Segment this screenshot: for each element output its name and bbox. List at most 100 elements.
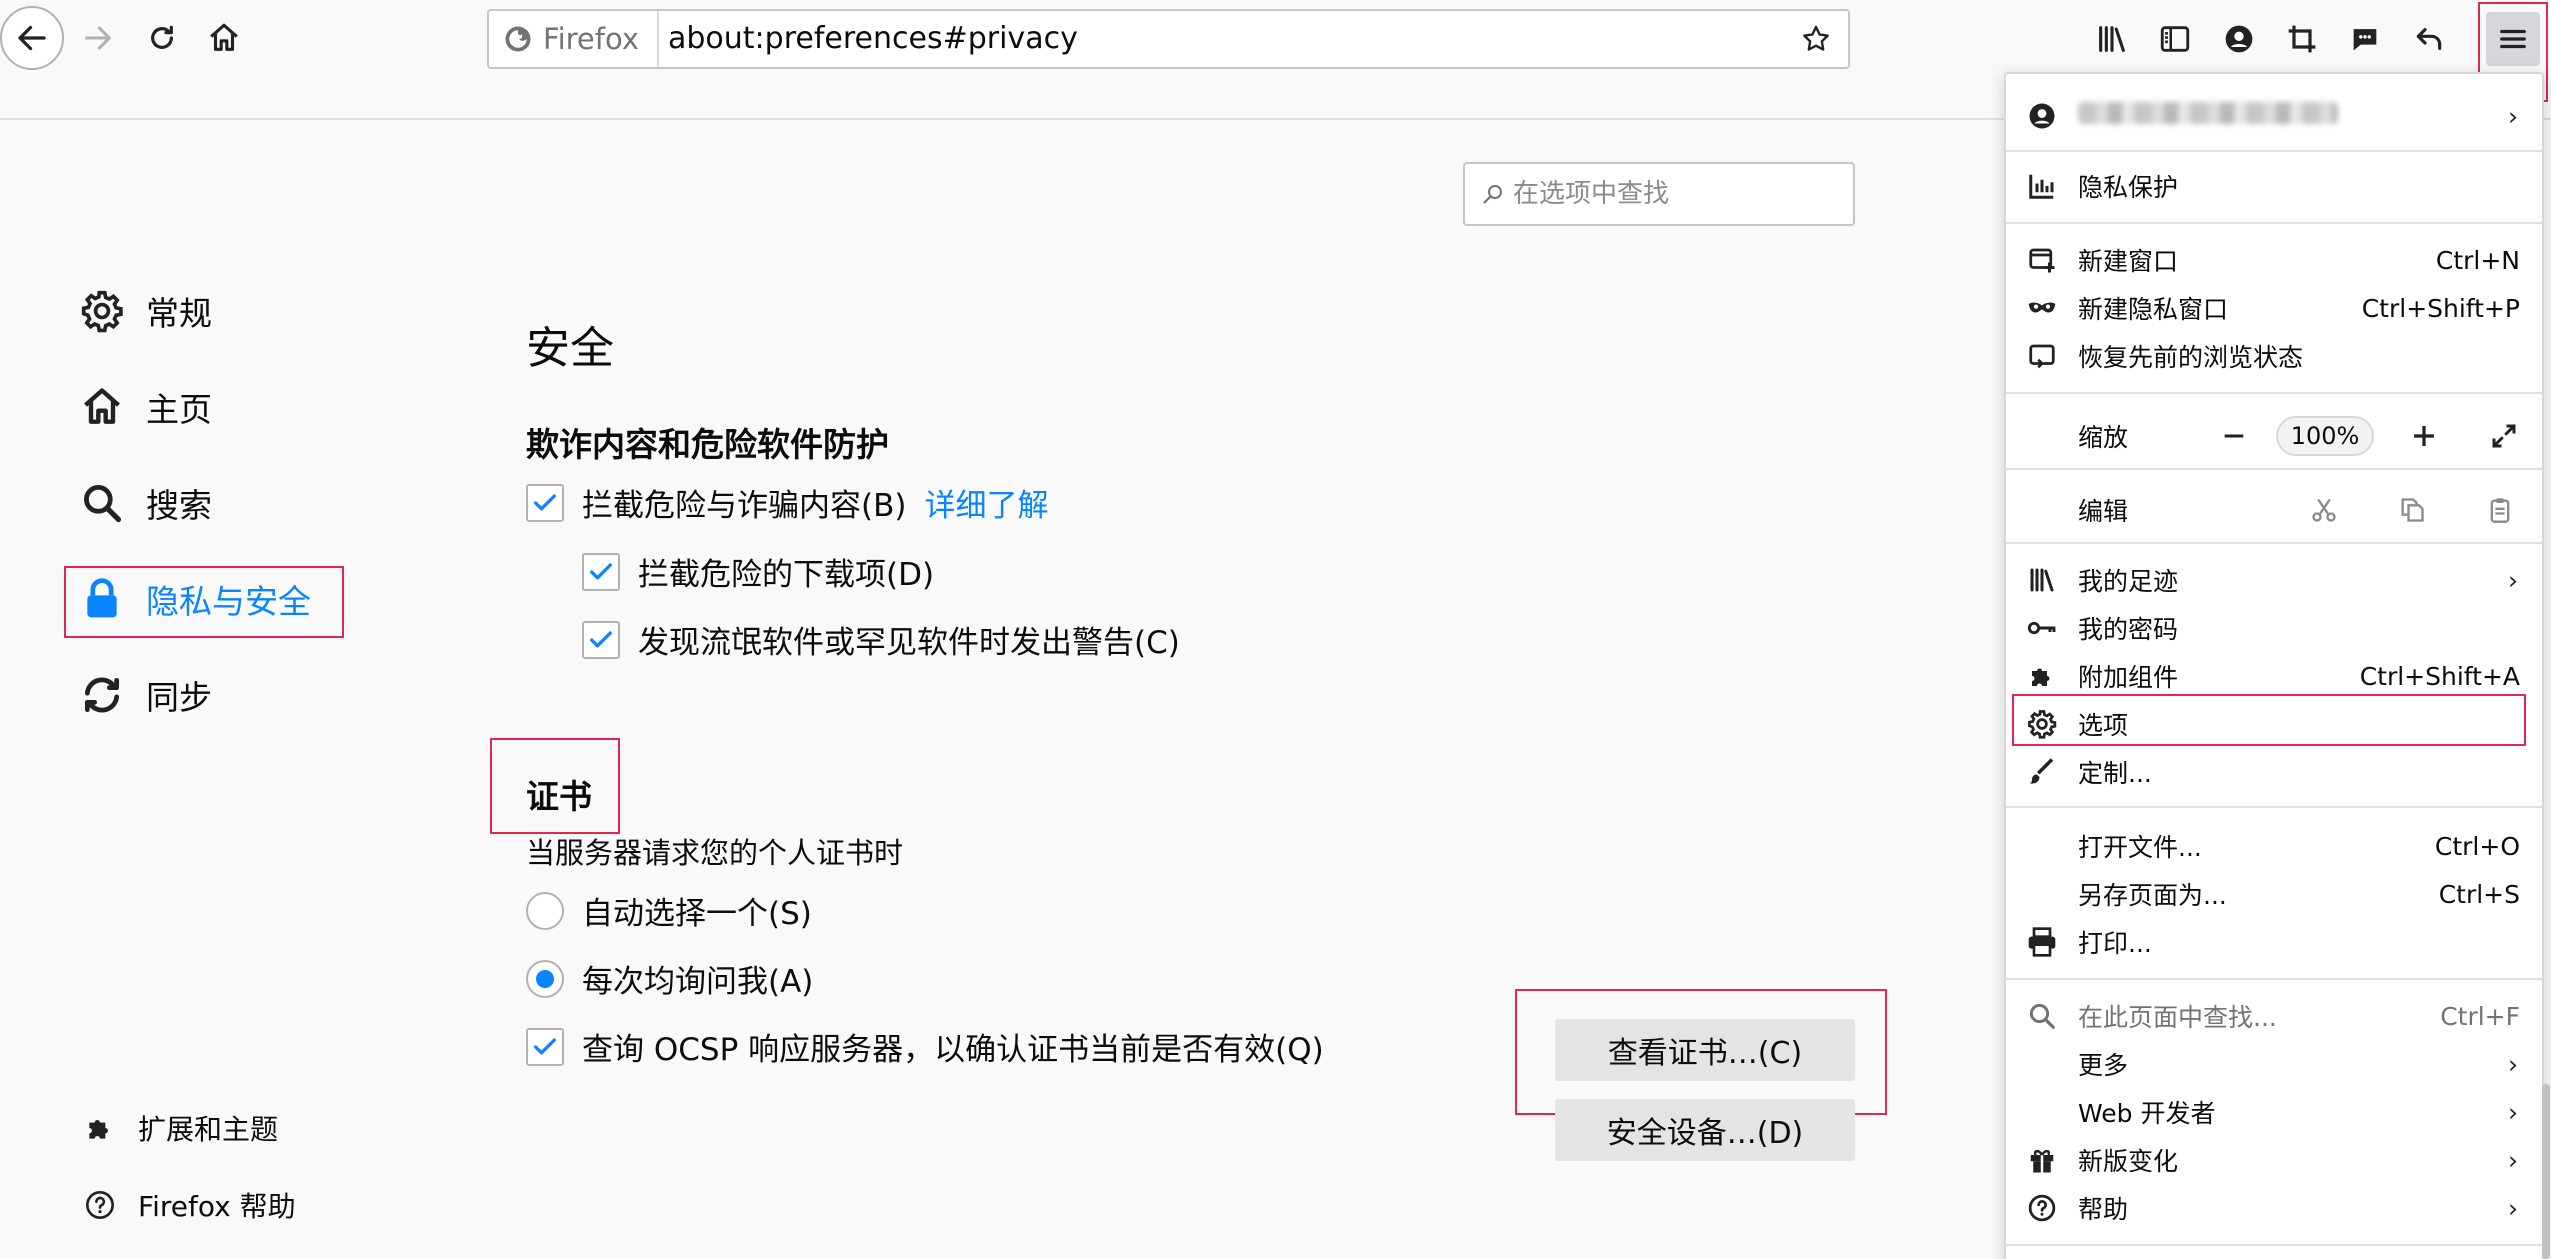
menu-item-more[interactable]: 更多 ›: [2006, 1040, 2542, 1088]
home-button[interactable]: [192, 6, 256, 70]
ask-every-time-radio[interactable]: [526, 959, 564, 998]
menu-item-tracking-protection[interactable]: 隐私保护: [2006, 162, 2542, 210]
menu-item-logins[interactable]: 我的密码: [2006, 604, 2542, 652]
account-button[interactable]: [2212, 12, 2266, 66]
menu-item-print[interactable]: 打印...: [2006, 918, 2542, 966]
paste-button[interactable]: [2478, 488, 2522, 532]
arrow-left-icon: [18, 25, 46, 51]
menu-item-addons[interactable]: 附加组件 Ctrl+Shift+A: [2006, 652, 2542, 700]
certificates-description: 当服务器请求您的个人证书时: [526, 830, 903, 872]
sidebar-button[interactable]: [2148, 12, 2202, 66]
open-menu-button[interactable]: [2486, 12, 2540, 66]
app-menu-panel: › 隐私保护 新建窗口 Ctrl+N 新建隐私窗口 Ctrl+Shift+P 恢…: [2004, 72, 2544, 1259]
menu-item-save-page[interactable]: 另存页面为... Ctrl+S: [2006, 870, 2542, 918]
menu-item-zoom: 缩放 100%: [2006, 408, 2542, 464]
category-privacy[interactable]: 隐私与安全: [80, 568, 311, 630]
security-devices-button[interactable]: 安全设备…(D): [1555, 1099, 1855, 1161]
restore-session-icon: [2026, 340, 2058, 372]
menu-item-find[interactable]: 在此页面中查找... Ctrl+F: [2006, 992, 2542, 1040]
block-dangerous-label[interactable]: 拦截危险与诈骗内容(B): [582, 480, 906, 525]
back-button[interactable]: [0, 6, 64, 70]
account-icon: [2225, 25, 2253, 53]
fullscreen-button[interactable]: [2482, 414, 2526, 458]
addons-themes-link[interactable]: 扩展和主题: [84, 1106, 278, 1150]
auto-select-label[interactable]: 自动选择一个(S): [582, 888, 812, 933]
new-window-icon: [2026, 244, 2058, 276]
ocsp-label[interactable]: 查询 OCSP 响应服务器，以确认证书当前是否有效(Q): [582, 1024, 1324, 1069]
url-text[interactable]: about:preferences#privacy: [668, 11, 1078, 67]
zoom-reset-button[interactable]: 100%: [2276, 416, 2374, 456]
printer-icon: [2026, 926, 2058, 958]
category-sync[interactable]: 同步: [80, 664, 212, 726]
menu-separator: [2006, 468, 2542, 470]
zoom-out-button[interactable]: [2212, 414, 2256, 458]
firefox-help-link[interactable]: Firefox 帮助: [84, 1183, 296, 1227]
menu-item-account[interactable]: ›: [2006, 88, 2542, 144]
puzzle-icon: [89, 1120, 108, 1139]
gear-icon: [2026, 708, 2058, 740]
auto-select-row: 自动选择一个(S): [526, 888, 812, 933]
block-dangerous-checkbox[interactable]: [526, 483, 564, 522]
menu-label: 打开文件...: [2078, 833, 2202, 862]
menu-separator: [2006, 542, 2542, 544]
library-button[interactable]: [2085, 12, 2139, 66]
learn-more-link[interactable]: 详细了解: [924, 480, 1048, 525]
category-label: 搜索: [146, 486, 212, 525]
menu-item-preferences[interactable]: 选项: [2006, 700, 2542, 748]
menu-item-restore-session[interactable]: 恢复先前的浏览状态: [2006, 332, 2542, 380]
chat-bubble-icon: [2353, 29, 2377, 51]
menu-label: 隐私保护: [2078, 173, 2179, 202]
cut-button[interactable]: [2302, 488, 2346, 532]
copy-icon: [2401, 498, 2424, 522]
bookmark-star-button[interactable]: [1794, 17, 1838, 61]
preferences-search-box[interactable]: [1463, 162, 1855, 226]
menu-label: 附加组件: [2078, 663, 2179, 692]
category-home[interactable]: 主页: [80, 376, 212, 438]
menu-item-library[interactable]: 我的足迹 ›: [2006, 556, 2542, 604]
menu-item-web-developer[interactable]: Web 开发者 ›: [2006, 1088, 2542, 1136]
search-input[interactable]: [1513, 179, 1833, 209]
forward-button[interactable]: [66, 6, 130, 70]
menu-shortcut: Ctrl+F: [2440, 1001, 2520, 1031]
block-downloads-checkbox[interactable]: [582, 552, 620, 591]
star-icon: [1803, 25, 1829, 51]
menu-separator: [2006, 150, 2542, 152]
warn-unwanted-checkbox[interactable]: [582, 620, 620, 659]
menu-shortcut: Ctrl+N: [2435, 245, 2520, 275]
menu-item-whats-new[interactable]: 新版变化 ›: [2006, 1136, 2542, 1184]
menu-item-open-file[interactable]: 打开文件... Ctrl+O: [2006, 822, 2542, 870]
copy-button[interactable]: [2390, 488, 2434, 532]
view-certificates-button[interactable]: 查看证书…(C): [1555, 1019, 1855, 1081]
auto-select-radio[interactable]: [526, 891, 564, 930]
block-downloads-label[interactable]: 拦截危险的下载项(D): [638, 549, 934, 594]
zoom-in-button[interactable]: [2402, 414, 2446, 458]
footer-link-label: 扩展和主题: [138, 1113, 279, 1146]
menu-item-new-private-window[interactable]: 新建隐私窗口 Ctrl+Shift+P: [2006, 284, 2542, 332]
url-bar[interactable]: Firefox about:preferences#privacy: [487, 9, 1850, 69]
menu-label: 帮助: [2078, 1195, 2129, 1224]
crop-icon: [2288, 25, 2316, 53]
ask-every-time-label[interactable]: 每次均询问我(A): [582, 956, 813, 1001]
home-icon: [210, 23, 238, 51]
menu-label: 新建隐私窗口: [2078, 295, 2229, 324]
screenshot-button[interactable]: [2275, 12, 2329, 66]
fullscreen-icon: [2492, 424, 2516, 448]
category-label: 主页: [146, 390, 212, 429]
search-icon: [1483, 185, 1502, 204]
category-general[interactable]: 常规: [80, 280, 212, 342]
checkmark-icon: [534, 1037, 556, 1054]
menu-item-help[interactable]: 帮助 ›: [2006, 1184, 2542, 1232]
scrollbar-thumb[interactable]: [2542, 1084, 2550, 1259]
account-icon: [2026, 100, 2058, 132]
radio-selected-dot: [536, 969, 554, 988]
library-icon: [2026, 564, 2058, 596]
menu-item-customize[interactable]: 定制...: [2006, 748, 2542, 796]
warn-unwanted-label[interactable]: 发现流氓软件或罕见软件时发出警告(C): [638, 617, 1180, 662]
identity-box[interactable]: Firefox: [503, 11, 659, 67]
chat-button[interactable]: [2338, 12, 2392, 66]
menu-item-new-window[interactable]: 新建窗口 Ctrl+N: [2006, 236, 2542, 284]
undo-close-tab-button[interactable]: [2402, 12, 2456, 66]
category-search[interactable]: 搜索: [80, 472, 212, 534]
reload-button[interactable]: [130, 6, 194, 70]
ocsp-checkbox[interactable]: [526, 1027, 564, 1066]
